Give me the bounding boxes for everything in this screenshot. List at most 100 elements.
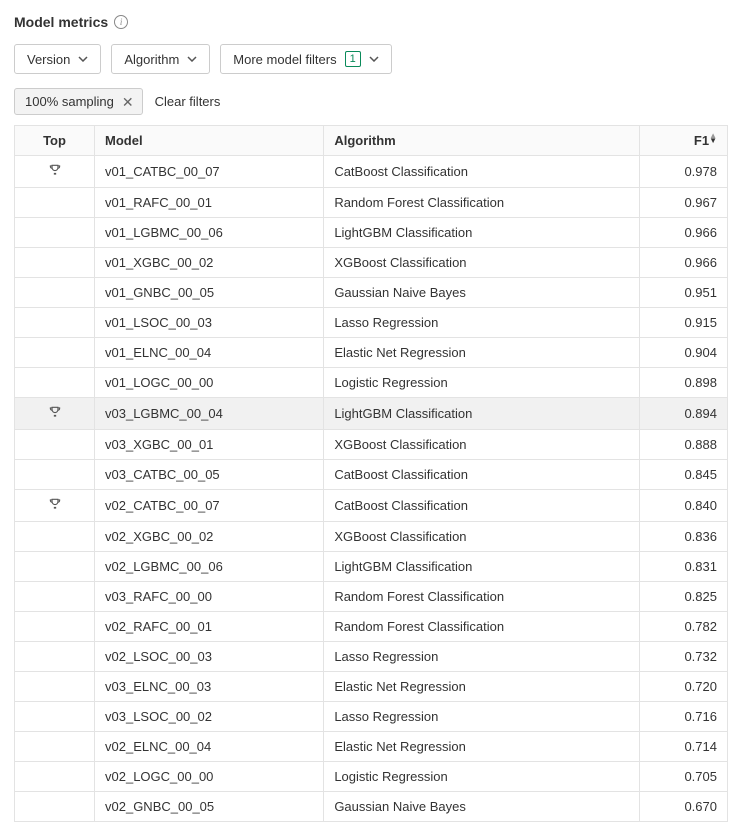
algorithm-cell: Lasso Regression (324, 642, 639, 672)
table-row[interactable]: v02_LGBMC_00_06LightGBM Classification0.… (15, 552, 728, 582)
table-row[interactable]: v03_CATBC_00_05CatBoost Classification0.… (15, 460, 728, 490)
f1-cell: 0.836 (639, 522, 727, 552)
f1-cell: 0.831 (639, 552, 727, 582)
model-cell: v03_LSOC_00_02 (95, 702, 324, 732)
sampling-chip-label: 100% sampling (25, 94, 114, 109)
col-top-header[interactable]: Top (15, 126, 95, 156)
model-cell: v02_LOGC_00_00 (95, 762, 324, 792)
algorithm-cell: Gaussian Naive Bayes (324, 278, 639, 308)
top-cell (15, 522, 95, 552)
f1-cell: 0.894 (639, 398, 727, 430)
f1-cell: 0.966 (639, 218, 727, 248)
top-cell (15, 398, 95, 430)
top-cell (15, 612, 95, 642)
model-cell: v03_ELNC_00_03 (95, 672, 324, 702)
table-row[interactable]: v01_RAFC_00_01Random Forest Classificati… (15, 188, 728, 218)
table-row[interactable]: v03_LGBMC_00_04LightGBM Classification0.… (15, 398, 728, 430)
table-row[interactable]: v01_LGBMC_00_06LightGBM Classification0.… (15, 218, 728, 248)
model-metrics-table: Top Model Algorithm F1 ▲▼ v01_CATBC_00_0… (14, 125, 728, 822)
chevron-down-icon (187, 56, 197, 62)
f1-cell: 0.714 (639, 732, 727, 762)
f1-cell: 0.915 (639, 308, 727, 338)
col-f1-header[interactable]: F1 ▲▼ (639, 126, 727, 156)
close-icon[interactable]: ✕ (122, 95, 134, 109)
trophy-icon (48, 407, 62, 422)
f1-cell: 0.705 (639, 762, 727, 792)
more-filters-button[interactable]: More model filters 1 (220, 44, 391, 74)
col-algorithm-header[interactable]: Algorithm (324, 126, 639, 156)
model-cell: v03_LGBMC_00_04 (95, 398, 324, 430)
clear-filters-link[interactable]: Clear filters (155, 94, 221, 109)
sort-icon: ▲▼ (709, 133, 717, 143)
model-cell: v02_CATBC_00_07 (95, 490, 324, 522)
sampling-chip[interactable]: 100% sampling ✕ (14, 88, 143, 115)
f1-cell: 0.670 (639, 792, 727, 822)
table-row[interactable]: v02_CATBC_00_07CatBoost Classification0.… (15, 490, 728, 522)
table-row[interactable]: v02_GNBC_00_05Gaussian Naive Bayes0.670 (15, 792, 728, 822)
col-model-header[interactable]: Model (95, 126, 324, 156)
algorithm-cell: LightGBM Classification (324, 552, 639, 582)
table-row[interactable]: v03_LSOC_00_02Lasso Regression0.716 (15, 702, 728, 732)
filter-bar: Version Algorithm More model filters 1 (14, 44, 728, 74)
model-cell: v02_LGBMC_00_06 (95, 552, 324, 582)
algorithm-cell: Gaussian Naive Bayes (324, 792, 639, 822)
table-row[interactable]: v03_RAFC_00_00Random Forest Classificati… (15, 582, 728, 612)
top-cell (15, 672, 95, 702)
algorithm-cell: CatBoost Classification (324, 490, 639, 522)
table-row[interactable]: v01_XGBC_00_02XGBoost Classification0.96… (15, 248, 728, 278)
top-cell (15, 368, 95, 398)
f1-cell: 0.720 (639, 672, 727, 702)
model-cell: v03_XGBC_00_01 (95, 430, 324, 460)
algorithm-cell: LightGBM Classification (324, 398, 639, 430)
f1-cell: 0.840 (639, 490, 727, 522)
active-filters-row: 100% sampling ✕ Clear filters (14, 88, 728, 115)
algorithm-cell: XGBoost Classification (324, 522, 639, 552)
algorithm-cell: Lasso Regression (324, 308, 639, 338)
algorithm-cell: Random Forest Classification (324, 582, 639, 612)
top-cell (15, 762, 95, 792)
table-header-row: Top Model Algorithm F1 ▲▼ (15, 126, 728, 156)
algorithm-cell: Lasso Regression (324, 702, 639, 732)
table-row[interactable]: v01_ELNC_00_04Elastic Net Regression0.90… (15, 338, 728, 368)
more-filters-label: More model filters (233, 52, 336, 67)
chevron-down-icon (78, 56, 88, 62)
top-cell (15, 248, 95, 278)
trophy-icon (48, 165, 62, 180)
algorithm-filter-label: Algorithm (124, 52, 179, 67)
algorithm-cell: Random Forest Classification (324, 612, 639, 642)
top-cell (15, 430, 95, 460)
model-cell: v01_LGBMC_00_06 (95, 218, 324, 248)
model-cell: v01_LSOC_00_03 (95, 308, 324, 338)
algorithm-filter-button[interactable]: Algorithm (111, 44, 210, 74)
table-row[interactable]: v02_LSOC_00_03Lasso Regression0.732 (15, 642, 728, 672)
table-row[interactable]: v02_LOGC_00_00Logistic Regression0.705 (15, 762, 728, 792)
algorithm-cell: Elastic Net Regression (324, 672, 639, 702)
table-row[interactable]: v02_XGBC_00_02XGBoost Classification0.83… (15, 522, 728, 552)
model-cell: v01_LOGC_00_00 (95, 368, 324, 398)
table-row[interactable]: v02_RAFC_00_01Random Forest Classificati… (15, 612, 728, 642)
table-row[interactable]: v01_CATBC_00_07CatBoost Classification0.… (15, 156, 728, 188)
model-cell: v01_XGBC_00_02 (95, 248, 324, 278)
algorithm-cell: XGBoost Classification (324, 248, 639, 278)
table-row[interactable]: v01_LSOC_00_03Lasso Regression0.915 (15, 308, 728, 338)
model-cell: v01_CATBC_00_07 (95, 156, 324, 188)
f1-cell: 0.898 (639, 368, 727, 398)
table-row[interactable]: v03_XGBC_00_01XGBoost Classification0.88… (15, 430, 728, 460)
f1-cell: 0.966 (639, 248, 727, 278)
f1-cell: 0.904 (639, 338, 727, 368)
table-row[interactable]: v01_LOGC_00_00Logistic Regression0.898 (15, 368, 728, 398)
table-row[interactable]: v03_ELNC_00_03Elastic Net Regression0.72… (15, 672, 728, 702)
algorithm-cell: XGBoost Classification (324, 430, 639, 460)
page-title: Model metrics (14, 14, 108, 30)
top-cell (15, 156, 95, 188)
top-cell (15, 490, 95, 522)
model-cell: v02_ELNC_00_04 (95, 732, 324, 762)
version-filter-button[interactable]: Version (14, 44, 101, 74)
table-row[interactable]: v02_ELNC_00_04Elastic Net Regression0.71… (15, 732, 728, 762)
table-row[interactable]: v01_GNBC_00_05Gaussian Naive Bayes0.951 (15, 278, 728, 308)
info-icon[interactable]: i (114, 15, 128, 29)
model-cell: v02_RAFC_00_01 (95, 612, 324, 642)
version-filter-label: Version (27, 52, 70, 67)
f1-cell: 0.716 (639, 702, 727, 732)
top-cell (15, 338, 95, 368)
